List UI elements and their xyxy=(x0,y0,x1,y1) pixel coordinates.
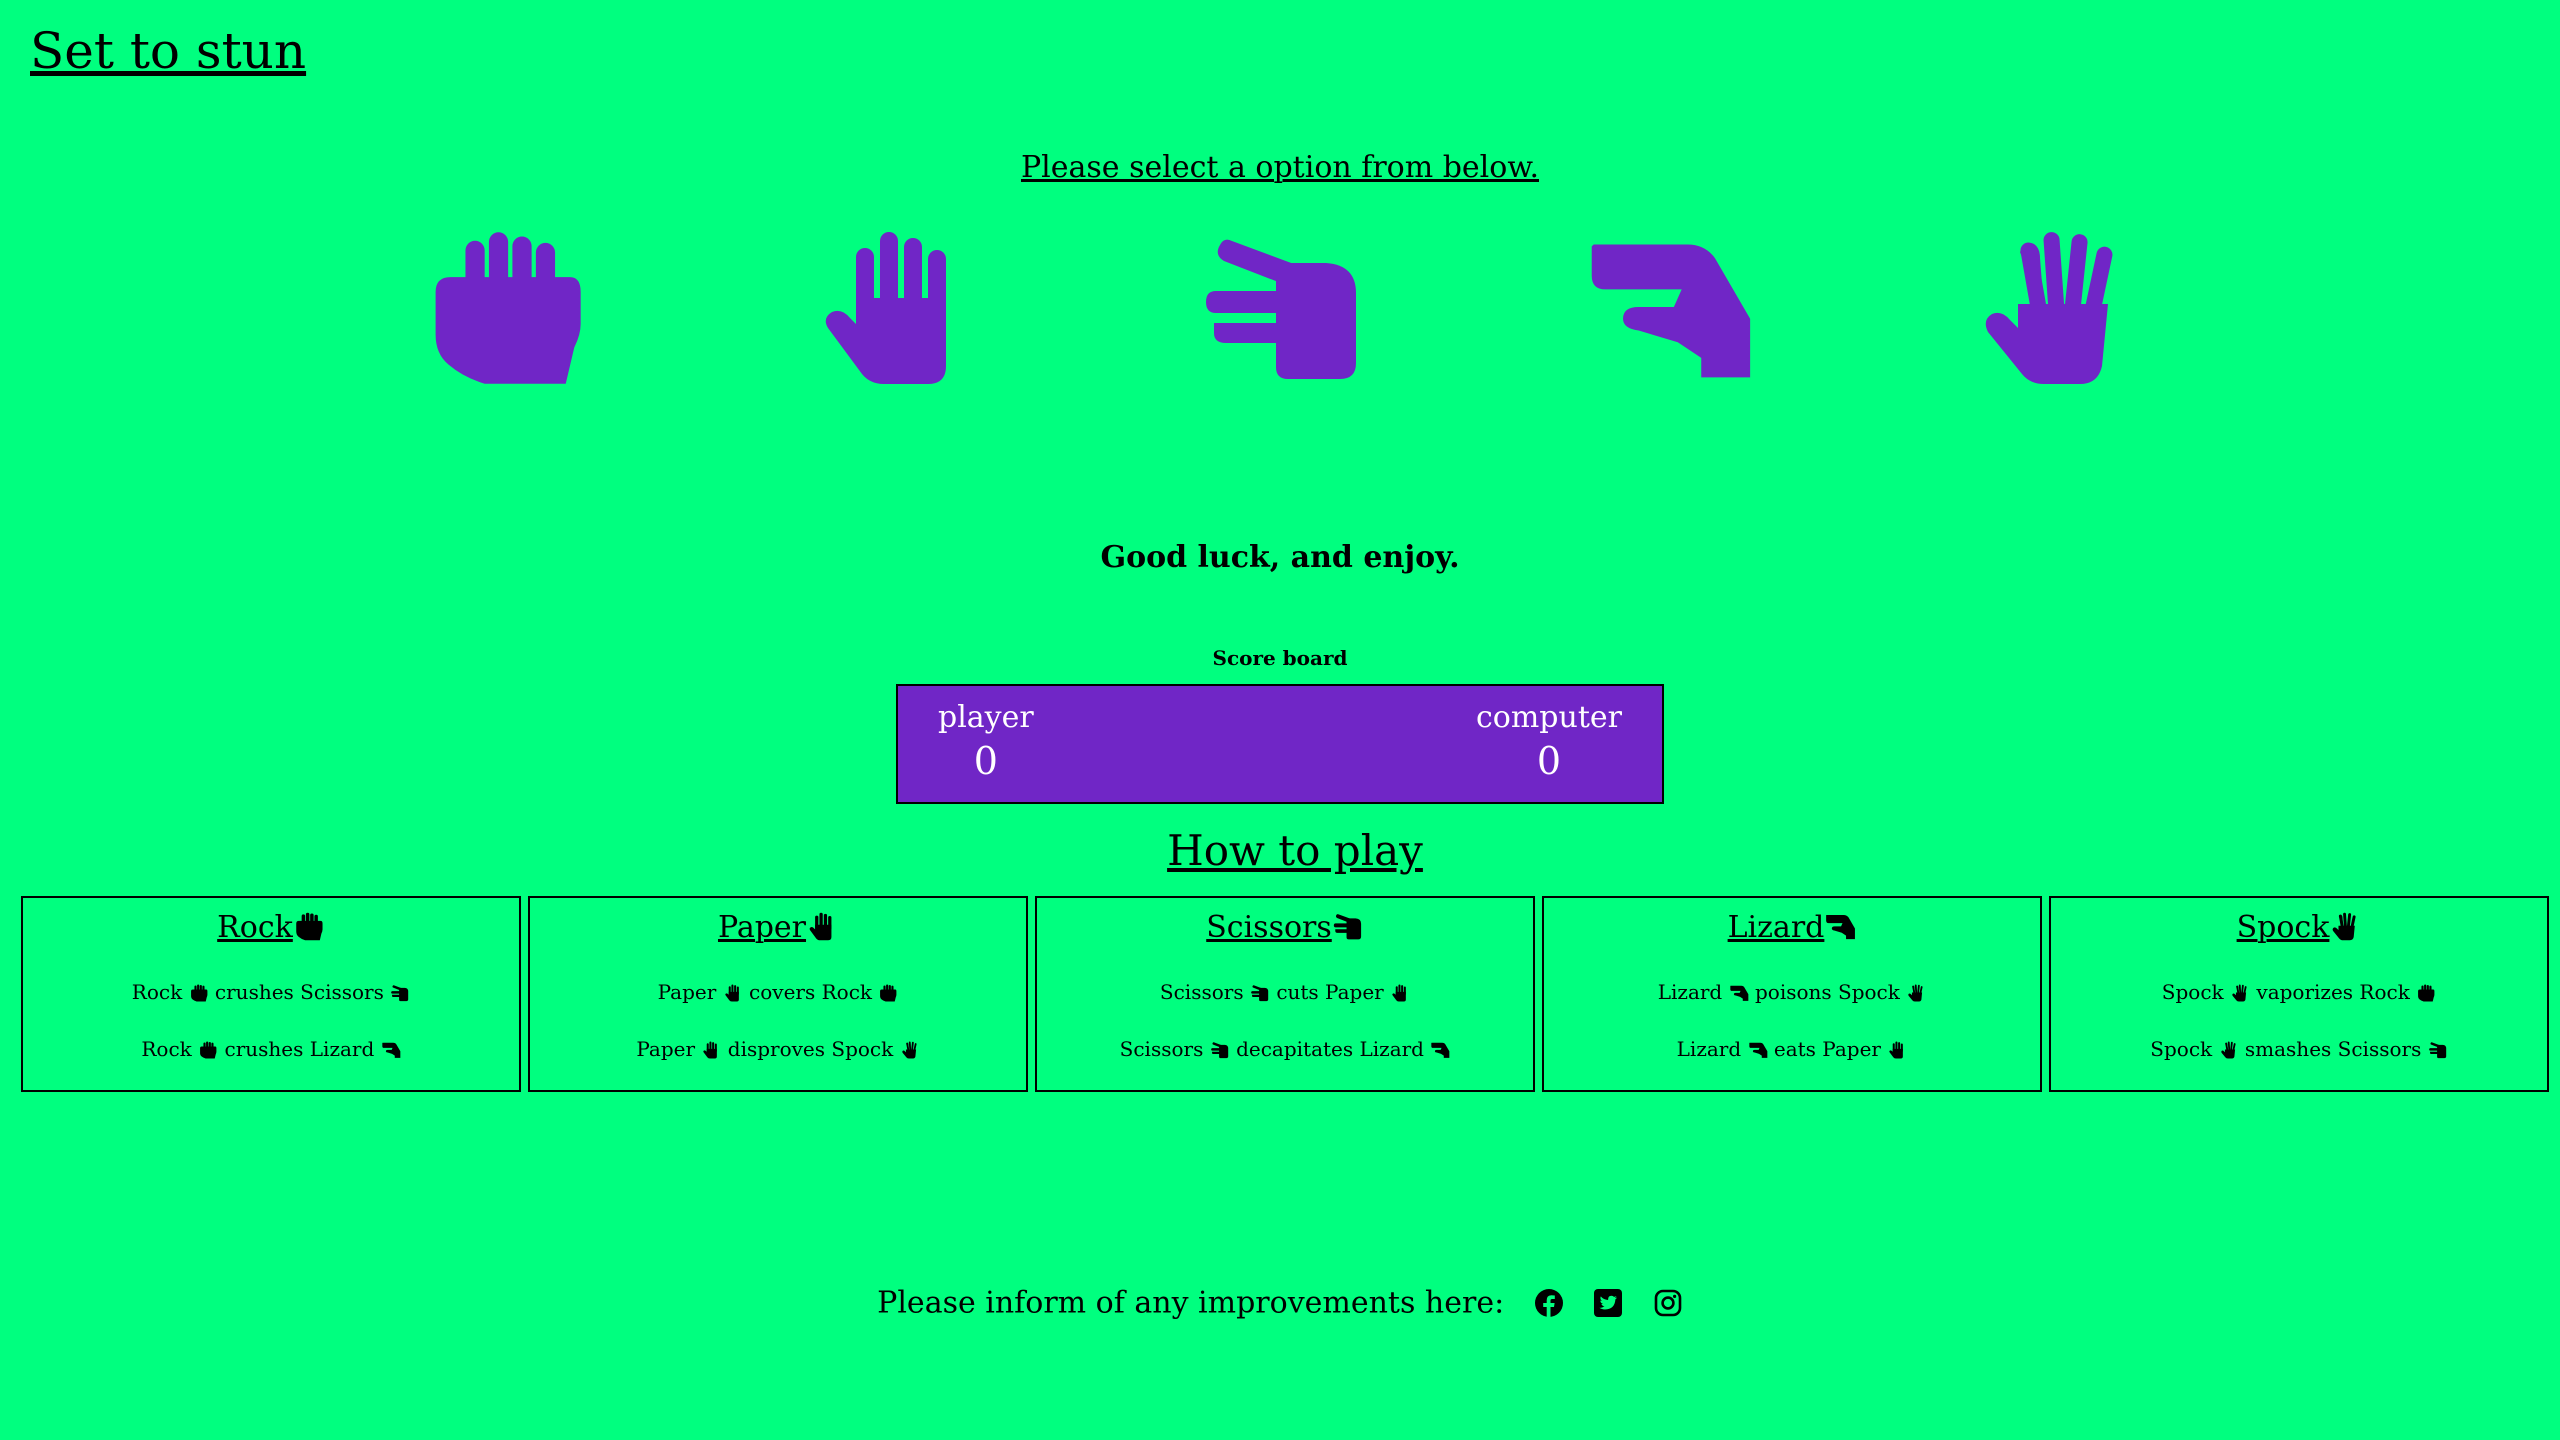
spock-hand-icon xyxy=(2219,1037,2239,1061)
instagram-icon[interactable] xyxy=(1653,1288,1683,1318)
rule-text: disproves Spock xyxy=(727,1037,894,1061)
rule-card-title-text: Rock xyxy=(217,910,293,945)
rock-hand-icon xyxy=(2416,980,2436,1004)
lizard-hand-icon xyxy=(1430,1037,1450,1061)
lizard-hand-icon xyxy=(1824,910,1856,945)
paper-choice-button[interactable] xyxy=(806,228,982,388)
player-label: player xyxy=(938,700,1034,735)
rule-card-title: Lizard xyxy=(1544,910,2040,945)
rule-text: cuts Paper xyxy=(1276,980,1384,1004)
rule-card-scissors: Scissors Scissors cuts Paper Scissors de… xyxy=(1035,896,1535,1092)
twitter-icon[interactable] xyxy=(1593,1288,1623,1318)
scoreboard-label: Score board xyxy=(1212,646,1348,670)
rule-card-spock: Spock Spock vaporizes Rock Spock smashes… xyxy=(2049,896,2549,1092)
rule-card-title: Paper xyxy=(530,910,1026,945)
how-to-play-title: How to play xyxy=(1167,826,1423,875)
footer-text: Please inform of any improvements here: xyxy=(877,1285,1505,1321)
rule-card-title-text: Paper xyxy=(717,910,807,945)
rule-subject: Scissors xyxy=(1119,1037,1204,1061)
rule-subject: Spock xyxy=(2161,980,2224,1004)
rule-text: covers Rock xyxy=(749,980,873,1004)
scoreboard: player 0 computer 0 xyxy=(896,684,1664,804)
spock-hand-icon xyxy=(2329,910,2361,945)
spock-choice-button[interactable] xyxy=(1966,228,2142,388)
rock-hand-icon xyxy=(198,1037,218,1061)
scissors-hand-icon xyxy=(2428,1037,2448,1061)
rule-card-title-text: Scissors xyxy=(1206,910,1332,945)
rule-text: eats Paper xyxy=(1773,1037,1881,1061)
rule-subject: Rock xyxy=(141,1037,192,1061)
rule-line: Rock crushes Lizard xyxy=(23,1037,519,1061)
rule-subject: Spock xyxy=(2150,1037,2213,1061)
rule-card-title-text: Lizard xyxy=(1727,910,1825,945)
rule-line: Lizard poisons Spock xyxy=(1544,980,2040,1004)
rule-line: Lizard eats Paper xyxy=(1544,1037,2040,1061)
selection-prompt: Please select a option from below. xyxy=(1020,150,1539,185)
rule-text: crushes Scissors xyxy=(214,980,384,1004)
paper-hand-icon xyxy=(1887,1037,1907,1061)
rule-line: Rock crushes Scissors xyxy=(23,980,519,1004)
rule-text: vaporizes Rock xyxy=(2256,980,2410,1004)
rule-line: Paper disproves Spock xyxy=(530,1037,1026,1061)
rule-text: decapitates Lizard xyxy=(1236,1037,1424,1061)
rule-line: Spock smashes Scissors xyxy=(2051,1037,2547,1061)
rule-line: Scissors decapitates Lizard xyxy=(1037,1037,1533,1061)
lizard-choice-button[interactable] xyxy=(1580,228,1756,388)
rule-text: crushes Lizard xyxy=(224,1037,375,1061)
player-score: 0 xyxy=(973,739,998,783)
scissors-hand-icon xyxy=(390,980,410,1004)
scissors-choice-button[interactable] xyxy=(1196,228,1372,388)
rock-choice-button[interactable] xyxy=(418,228,594,388)
rule-card-paper: Paper Paper covers Rock Paper disproves … xyxy=(528,896,1028,1092)
scissors-hand-icon xyxy=(1250,980,1270,1004)
facebook-icon[interactable] xyxy=(1534,1288,1564,1318)
rule-subject: Paper xyxy=(657,980,717,1004)
rule-line: Spock vaporizes Rock xyxy=(2051,980,2547,1004)
rule-card-title: Rock xyxy=(23,910,519,945)
rule-line: Scissors cuts Paper xyxy=(1037,980,1533,1004)
paper-hand-icon xyxy=(1390,980,1410,1004)
spock-hand-icon xyxy=(1906,980,1926,1004)
spock-hand-icon xyxy=(1966,228,2142,388)
rule-card-title: Spock xyxy=(2051,910,2547,945)
rule-card-title-text: Spock xyxy=(2236,910,2330,945)
player-score-column: player 0 xyxy=(938,700,1034,783)
good-luck-message: Good luck, and enjoy. xyxy=(1100,540,1460,575)
lizard-hand-icon xyxy=(1729,980,1749,1004)
paper-hand-icon xyxy=(806,228,982,388)
computer-label: computer xyxy=(1476,700,1622,735)
paper-hand-icon xyxy=(723,980,743,1004)
rock-hand-icon xyxy=(878,980,898,1004)
paper-hand-icon xyxy=(701,1037,721,1061)
computer-score: 0 xyxy=(1536,739,1562,783)
rule-text: poisons Spock xyxy=(1754,980,1900,1004)
rules-grid: Rock Rock crushes Scissors Rock crushes … xyxy=(21,896,2553,1094)
rock-hand-icon xyxy=(189,980,209,1004)
rule-subject: Lizard xyxy=(1676,1037,1742,1061)
lizard-hand-icon xyxy=(381,1037,401,1061)
lizard-hand-icon xyxy=(1748,1037,1768,1061)
rock-hand-icon xyxy=(418,228,594,388)
rule-subject: Paper xyxy=(636,1037,696,1061)
rule-line: Paper covers Rock xyxy=(530,980,1026,1004)
spock-hand-icon xyxy=(2230,980,2250,1004)
scissors-hand-icon xyxy=(1210,1037,1230,1061)
rule-subject: Rock xyxy=(131,980,183,1004)
lizard-hand-icon xyxy=(1580,228,1756,388)
paper-hand-icon xyxy=(806,910,838,945)
choice-row xyxy=(0,228,2560,388)
rule-card-lizard: Lizard Lizard poisons Spock Lizard eats … xyxy=(1542,896,2042,1092)
rule-subject: Lizard xyxy=(1657,980,1723,1004)
scissors-hand-icon xyxy=(1196,228,1372,388)
rule-subject: Scissors xyxy=(1159,980,1244,1004)
scissors-hand-icon xyxy=(1332,910,1364,945)
rock-hand-icon xyxy=(293,910,325,945)
spock-hand-icon xyxy=(900,1037,920,1061)
rule-card-rock: Rock Rock crushes Scissors Rock crushes … xyxy=(21,896,521,1092)
site-title[interactable]: Set to stun xyxy=(30,22,306,80)
footer: Please inform of any improvements here: xyxy=(0,1284,2560,1321)
rule-text: smashes Scissors xyxy=(2244,1037,2422,1061)
rule-card-title: Scissors xyxy=(1037,910,1533,945)
computer-score-column: computer 0 xyxy=(1476,700,1622,783)
